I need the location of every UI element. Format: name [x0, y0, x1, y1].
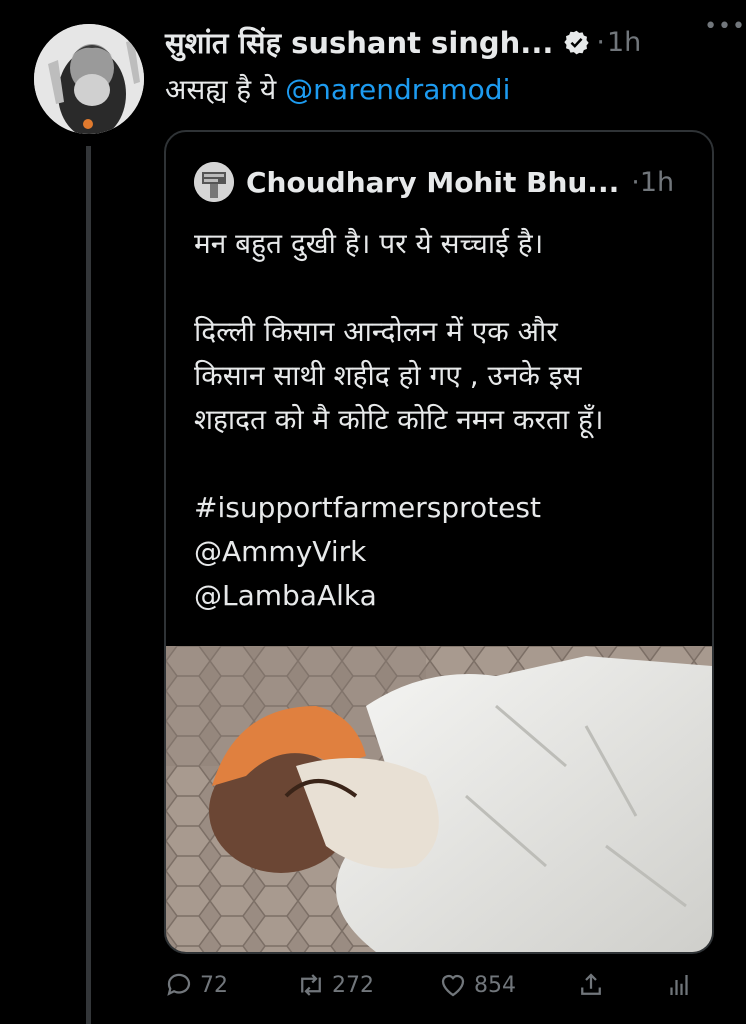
reply-count: 72	[200, 972, 228, 998]
retweet-icon	[301, 974, 321, 996]
share-icon	[581, 973, 601, 995]
quoted-author-avatar[interactable]	[194, 162, 234, 202]
tweet-time[interactable]: 1h	[607, 27, 641, 58]
quoted-photo[interactable]	[166, 646, 712, 952]
analytics-icon	[670, 975, 688, 995]
verified-icon	[564, 30, 590, 54]
tweet-text-prefix: असह्य है ये	[165, 73, 286, 106]
thread-line	[86, 146, 91, 1024]
retweet-button[interactable]: 272	[296, 970, 374, 1000]
heart-icon	[441, 974, 465, 997]
tweet-actions: 72 272 854	[164, 970, 694, 1010]
tweet-screen: सुशांत सिंह sushant singh... · 1h ••• अस…	[0, 0, 746, 1024]
quoted-header: Choudhary Mohit Bhu... · 1h	[194, 162, 674, 202]
mention-link[interactable]: @narendramodi	[285, 73, 510, 106]
quoted-tweet-card[interactable]: Choudhary Mohit Bhu... · 1h मन बहुत दुखी…	[164, 130, 714, 954]
analytics-button[interactable]	[664, 970, 694, 1000]
like-button[interactable]: 854	[438, 970, 516, 1000]
mention-link-lambaalka[interactable]: @LambaAlka	[194, 574, 694, 618]
more-horizontal-icon[interactable]: •••	[704, 14, 746, 39]
tweet-text: असह्य है ये @narendramodi	[165, 70, 725, 110]
tweet-header: सुशांत सिंह sushant singh... · 1h	[165, 20, 725, 64]
mention-link-ammyvirk[interactable]: @AmmyVirk	[194, 530, 694, 574]
hashtag-link[interactable]: #isupportfarmersprotest	[194, 486, 694, 530]
quoted-author-name[interactable]: Choudhary Mohit Bhu...	[246, 166, 619, 199]
quoted-text: मन बहुत दुखी है। पर ये सच्चाई है। दिल्ली…	[194, 222, 694, 618]
like-count: 854	[474, 972, 516, 998]
author-avatar[interactable]	[34, 24, 144, 134]
quoted-text-line: दिल्ली किसान आन्दोलन में एक और	[194, 315, 558, 348]
separator-dot: ·	[596, 26, 605, 58]
share-button[interactable]	[576, 970, 606, 1000]
quoted-time[interactable]: 1h	[640, 167, 674, 198]
quoted-text-line: मन बहुत दुखी है। पर ये सच्चाई है।	[194, 227, 544, 260]
author-name[interactable]: सुशांत सिंह sushant singh...	[165, 23, 553, 62]
reply-icon	[167, 973, 191, 996]
retweet-count: 272	[332, 972, 374, 998]
reply-button[interactable]: 72	[164, 970, 228, 1000]
quoted-text-line: किसान साथी शहीद हो गए , उनके इस	[194, 359, 582, 392]
quoted-text-line: शहादत को मै कोटि कोटि नमन करता हूँ।	[194, 403, 604, 436]
quoted-separator-dot: ·	[631, 166, 640, 198]
